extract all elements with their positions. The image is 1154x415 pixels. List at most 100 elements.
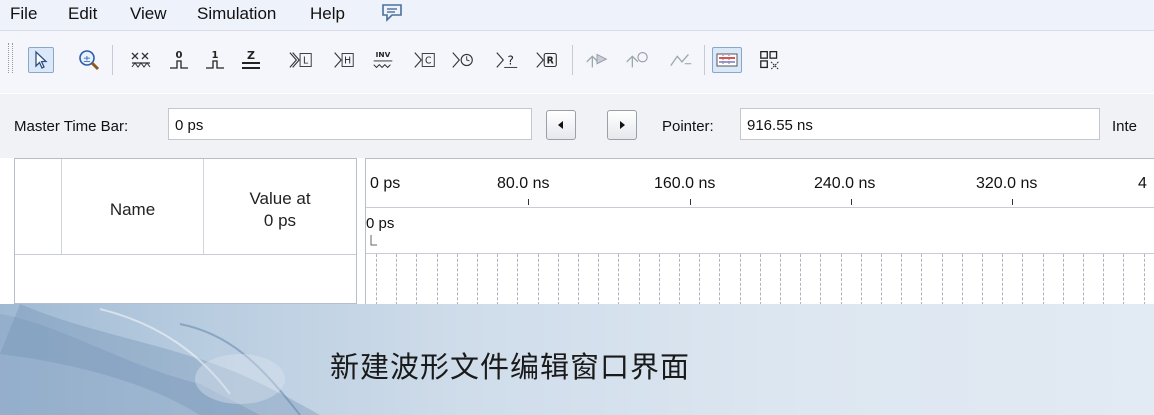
master-time-bar-label: Master Time Bar: <box>14 118 129 135</box>
force-high-impedance-icon[interactable]: Z <box>238 47 264 73</box>
tick-label: 320.0 ns <box>976 175 1038 192</box>
tick-mark <box>851 199 852 205</box>
grid-line <box>639 254 640 304</box>
menu-simulation[interactable]: Simulation <box>197 4 276 24</box>
interval-label: Inte <box>1112 118 1138 135</box>
force-unknown-icon[interactable] <box>128 47 154 73</box>
toolbar-separator <box>572 45 573 75</box>
generate-netlist-icon[interactable] <box>668 47 694 73</box>
grid-line <box>841 254 842 304</box>
speech-bubble-icon[interactable] <box>380 2 404 28</box>
grid-line <box>1022 254 1023 304</box>
time-ruler[interactable]: 0 ps 80.0 ns 160.0 ns 240.0 ns 320.0 ns … <box>366 159 1154 208</box>
grid-line <box>1002 254 1003 304</box>
grid-line <box>376 254 377 304</box>
grid-line <box>820 254 821 304</box>
grid-line <box>942 254 943 304</box>
grid-line <box>780 254 781 304</box>
menu-edit[interactable]: Edit <box>68 4 97 24</box>
zoom-tool-icon[interactable]: ± <box>76 47 102 73</box>
next-transition-button[interactable] <box>607 110 637 140</box>
grid-line <box>699 254 700 304</box>
grid-line <box>962 254 963 304</box>
svg-text:?: ? <box>508 54 514 68</box>
random-value-icon[interactable]: ? <box>494 47 520 73</box>
value-header-line1: Value at <box>249 189 311 208</box>
force-low-icon[interactable]: 0 <box>166 47 192 73</box>
grid-line <box>760 254 761 304</box>
waveform-grid[interactable] <box>366 254 1154 304</box>
svg-text:0: 0 <box>176 50 183 61</box>
grid-settings-icon[interactable] <box>758 47 784 73</box>
count-value-icon[interactable]: C <box>412 47 438 73</box>
toolbar-separator <box>704 45 705 75</box>
tick-label: 4 <box>1138 175 1147 192</box>
grid-line <box>659 254 660 304</box>
grid-line <box>497 254 498 304</box>
grid-line <box>437 254 438 304</box>
arrow-right-icon <box>620 121 625 129</box>
master-cursor-label[interactable]: 0 ps <box>366 215 394 232</box>
node-list-pane: Name Value at 0 ps <box>14 158 357 304</box>
force-high-icon[interactable]: 1 <box>202 47 228 73</box>
grid-line <box>477 254 478 304</box>
menu-help[interactable]: Help <box>310 4 345 24</box>
tick-mark <box>1012 199 1013 205</box>
node-list-header: Name Value at 0 ps <box>15 159 356 255</box>
tick-label: 240.0 ns <box>814 175 876 192</box>
invert-icon[interactable]: INV <box>370 47 396 73</box>
grid-line <box>538 254 539 304</box>
cursor-marker-icon[interactable] <box>369 235 379 247</box>
grid-line <box>982 254 983 304</box>
grid-line <box>881 254 882 304</box>
slide-caption: 新建波形文件编辑窗口界面 <box>330 350 691 384</box>
master-time-bar-field[interactable]: 0 ps <box>168 108 532 140</box>
grid-line <box>1083 254 1084 304</box>
grid-line <box>1123 254 1124 304</box>
grid-line <box>740 254 741 304</box>
grid-line <box>800 254 801 304</box>
tick-label: 160.0 ns <box>654 175 716 192</box>
force-weak-high-icon[interactable]: H <box>330 47 356 73</box>
grid-line <box>1063 254 1064 304</box>
toolbar-separator <box>112 45 113 75</box>
svg-text:±: ± <box>83 54 91 65</box>
run-functional-simulation-icon[interactable] <box>584 47 610 73</box>
grid-line <box>416 254 417 304</box>
snap-to-grid-icon[interactable] <box>712 47 742 73</box>
svg-text:Z: Z <box>247 49 255 62</box>
arrow-left-icon <box>558 121 563 129</box>
grid-line <box>1144 254 1145 304</box>
grid-line <box>618 254 619 304</box>
force-weak-low-icon[interactable]: L <box>288 47 314 73</box>
menu-view[interactable]: View <box>130 4 167 24</box>
cursor-row: 0 ps <box>366 207 1154 254</box>
clock-icon[interactable] <box>450 47 476 73</box>
svg-text:H: H <box>344 56 351 67</box>
svg-text:1: 1 <box>212 50 219 61</box>
column-header-name[interactable]: Name <box>62 199 203 221</box>
tick-label: 0 ps <box>370 175 401 192</box>
pointer-field[interactable]: 916.55 ns <box>740 108 1100 140</box>
pointer-label: Pointer: <box>662 118 714 135</box>
svg-text:C: C <box>425 56 431 67</box>
grid-line <box>719 254 720 304</box>
grid-line <box>457 254 458 304</box>
grid-line <box>1043 254 1044 304</box>
column-header-value[interactable]: Value at 0 ps <box>204 188 356 232</box>
run-timing-simulation-icon[interactable] <box>624 47 650 73</box>
arbitrary-value-icon[interactable]: R <box>534 47 560 73</box>
svg-text:L: L <box>303 56 309 67</box>
menu-file[interactable]: File <box>10 4 37 24</box>
tick-label: 80.0 ns <box>497 175 550 192</box>
grid-line <box>861 254 862 304</box>
previous-transition-button[interactable] <box>546 110 576 140</box>
toolbar-grip[interactable] <box>8 43 13 73</box>
grid-line <box>517 254 518 304</box>
grid-line <box>558 254 559 304</box>
waveform-pane: 0 ps 80.0 ns 160.0 ns 240.0 ns 320.0 ns … <box>365 158 1154 304</box>
value-header-line2: 0 ps <box>263 211 297 230</box>
menu-bar: File Edit View Simulation Help <box>0 0 1154 31</box>
selection-tool-icon[interactable] <box>28 47 54 73</box>
grid-line <box>679 254 680 304</box>
